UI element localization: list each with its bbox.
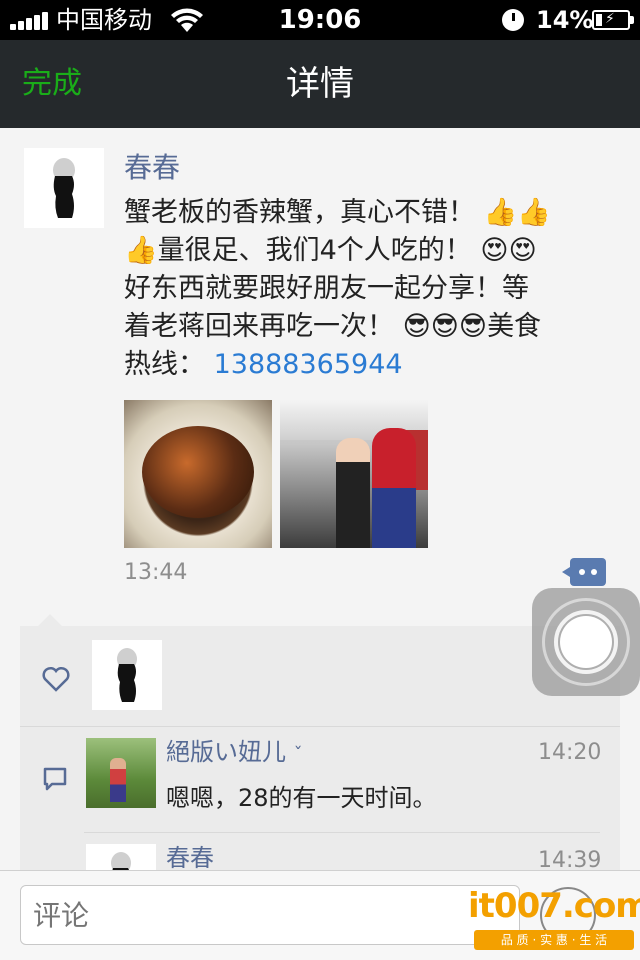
comment-text: 嗯嗯，28的有一天时间。 bbox=[166, 784, 437, 812]
comment-icon bbox=[43, 767, 67, 791]
page-title: 详情 bbox=[286, 64, 354, 104]
watermark-brand: it007.com bbox=[468, 886, 640, 926]
watermark-logo: it007.com 品 质 · 实 惠 · 生 活 bbox=[468, 886, 640, 954]
comment-time: 14:20 bbox=[538, 740, 602, 765]
likes-comments-panel: 絕版い妞儿 ˇ 14:20 嗯嗯，28的有一天时间。 春春 14:39 bbox=[20, 626, 620, 870]
post-text-line: 量很足、我们4个人吃的！ bbox=[157, 235, 472, 266]
post-text-line: 热线： bbox=[124, 349, 205, 380]
thumbs-up-icon: 👍 bbox=[483, 197, 518, 228]
spiderman-photo[interactable] bbox=[280, 400, 428, 548]
commenter-avatar[interactable] bbox=[86, 844, 156, 870]
post-text: 蟹老板的香辣蟹，真心不错！ 👍👍 👍量很足、我们4个人吃的！ 😍😍 好东西就要跟… bbox=[124, 194, 624, 384]
author-name[interactable]: 春春 bbox=[124, 150, 180, 186]
assistive-touch-button[interactable] bbox=[532, 588, 640, 696]
alarm-clock-icon bbox=[502, 9, 524, 31]
crab-dish-photo[interactable] bbox=[124, 400, 272, 548]
commenter-name[interactable]: 絕版い妞儿 ˇ bbox=[166, 736, 303, 771]
commenter-avatar[interactable] bbox=[86, 738, 156, 808]
commenter-name[interactable]: 春春 bbox=[166, 842, 214, 870]
post-detail: 春春 蟹老板的香辣蟹，真心不错！ 👍👍 👍量很足、我们4个人吃的！ 😍😍 好东西… bbox=[0, 128, 640, 870]
sunglasses-icon: 😎 bbox=[402, 311, 431, 342]
silhouette-avatar-image bbox=[86, 844, 156, 870]
post-text-line: 着老蒋回来再吃一次！ bbox=[124, 311, 394, 342]
silhouette-avatar-image bbox=[92, 640, 162, 710]
post-text-line: 美食 bbox=[487, 311, 542, 342]
watermark-tagline: 品 质 · 实 惠 · 生 活 bbox=[474, 930, 634, 950]
post-text-line: 蟹老板的香辣蟹，真心不错！ bbox=[124, 197, 475, 228]
comment-input[interactable] bbox=[20, 885, 520, 945]
heart-icon bbox=[42, 666, 70, 692]
heart-eyes-icon: 😍 bbox=[508, 235, 537, 266]
panel-arrow bbox=[38, 614, 62, 626]
commenter-name-text: 絕版い妞儿 bbox=[166, 738, 286, 766]
author-avatar[interactable] bbox=[24, 148, 104, 228]
sunglasses-icon: 😎 bbox=[458, 311, 488, 342]
comment-time: 14:39 bbox=[538, 848, 602, 870]
battery-icon: ⚡ bbox=[592, 10, 634, 30]
heart-eyes-icon: 😍 bbox=[480, 235, 509, 266]
liker-avatar[interactable] bbox=[92, 640, 162, 710]
thumbs-up-icon: 👍 bbox=[124, 235, 158, 266]
silhouette-avatar-image bbox=[24, 148, 104, 228]
post-timestamp: 13:44 bbox=[124, 560, 188, 585]
battery-percent: 14% bbox=[536, 6, 594, 34]
divider bbox=[20, 726, 620, 727]
thumbs-up-icon: 👍 bbox=[517, 197, 551, 228]
status-bar: 中国移动 19:06 14% ⚡ bbox=[0, 0, 640, 40]
comment-action-button[interactable] bbox=[562, 558, 606, 586]
post-text-line: 好东西就要跟好朋友一起分享！等 bbox=[124, 273, 529, 304]
divider bbox=[84, 832, 600, 833]
sunglasses-icon: 😎 bbox=[430, 311, 459, 342]
phone-link[interactable]: 13888365944 bbox=[214, 349, 403, 380]
chevron-down-icon: ˇ bbox=[293, 744, 303, 765]
navigation-bar: 完成 详情 bbox=[0, 40, 640, 128]
